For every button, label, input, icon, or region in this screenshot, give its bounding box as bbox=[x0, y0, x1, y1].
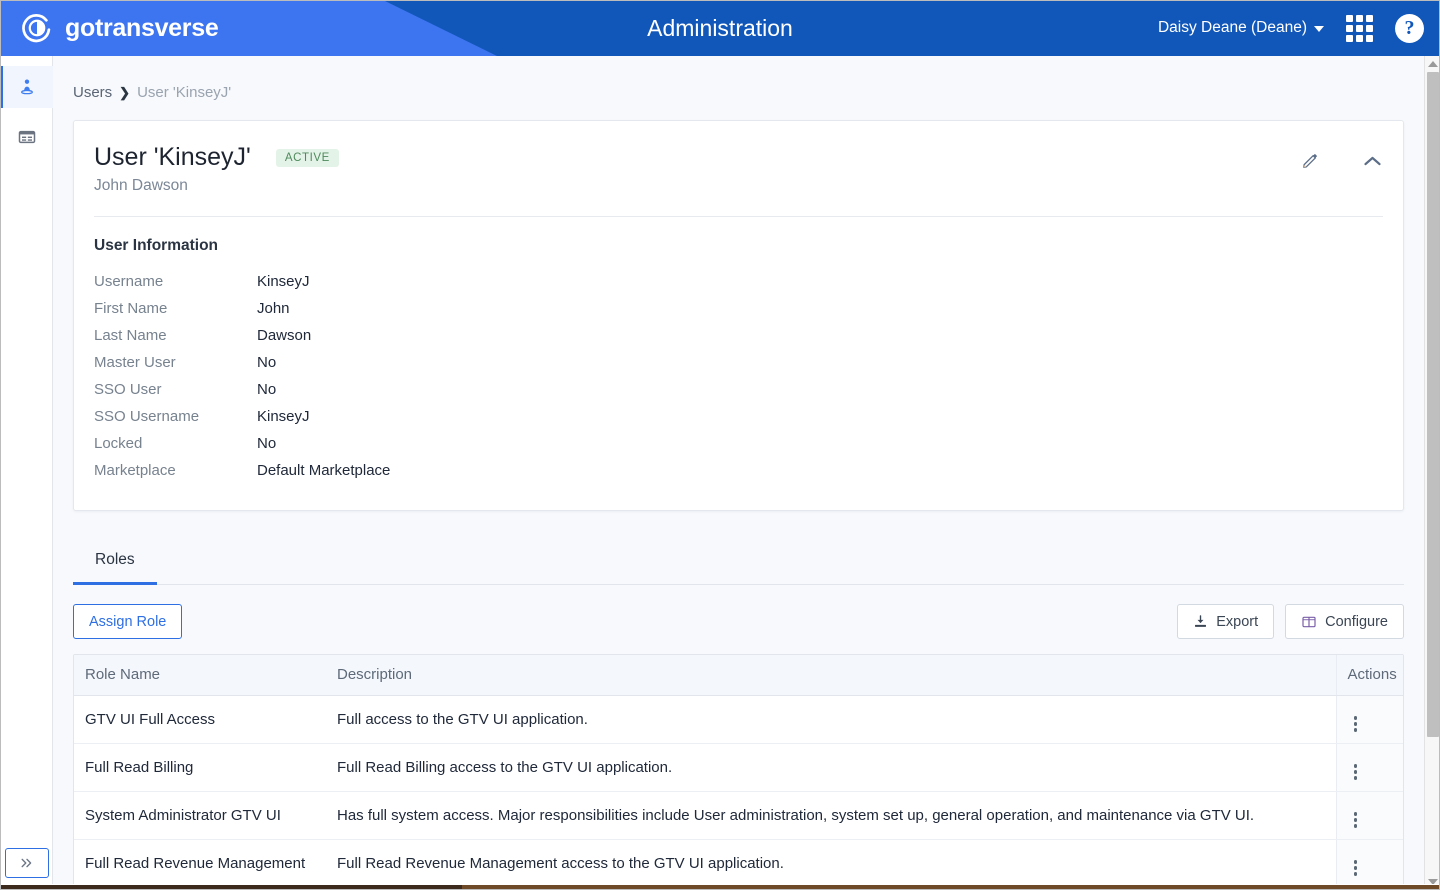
tab-roles[interactable]: Roles bbox=[73, 541, 157, 585]
cell-role-name: Full Read Billing bbox=[74, 743, 326, 792]
info-label: First Name bbox=[94, 300, 168, 317]
breadcrumb-separator-icon: ❯ bbox=[119, 84, 131, 100]
help-question-icon[interactable]: ? bbox=[1395, 13, 1424, 43]
info-label: Master User bbox=[94, 354, 176, 371]
configure-button[interactable]: Configure bbox=[1285, 604, 1404, 639]
cell-description: Full Read Revenue Management access to t… bbox=[326, 839, 1336, 888]
info-value: No bbox=[257, 435, 277, 452]
table-row[interactable]: System Administrator GTV UI Has full sys… bbox=[74, 791, 1403, 840]
user-menu[interactable]: Daisy Deane (Deane) bbox=[1158, 19, 1324, 37]
info-row: Marketplace Default Marketplace bbox=[94, 457, 1403, 484]
column-header-actions: Actions bbox=[1335, 655, 1403, 696]
card-header: User 'KinseyJ' ACTIVE John Dawson bbox=[74, 121, 1403, 195]
grid-apps-icon[interactable] bbox=[1346, 14, 1373, 42]
assign-role-button[interactable]: Assign Role bbox=[73, 604, 183, 639]
top-bar-right-controls: Daisy Deane (Deane) ? bbox=[1158, 0, 1424, 56]
info-label: Username bbox=[94, 273, 164, 290]
table-row[interactable]: Full Read Revenue Management Full Read R… bbox=[74, 839, 1403, 888]
info-label: SSO Username bbox=[94, 408, 200, 425]
pencil-edit-icon[interactable] bbox=[1301, 151, 1320, 170]
info-value: Dawson bbox=[257, 327, 312, 344]
cell-role-name: Full Read Revenue Management bbox=[74, 839, 326, 888]
table-row[interactable]: Full Read Billing Full Read Billing acce… bbox=[74, 743, 1403, 792]
card-divider bbox=[94, 216, 1383, 217]
info-value: John bbox=[257, 300, 290, 317]
info-value: Default Marketplace bbox=[257, 462, 391, 479]
cell-description: Has full system access. Major responsibi… bbox=[326, 791, 1336, 840]
cell-actions bbox=[1335, 839, 1403, 888]
user-menu-label: Daisy Deane (Deane) bbox=[1157, 19, 1307, 36]
cell-role-name: System Administrator GTV UI bbox=[74, 791, 326, 840]
gotransverse-circle-logo-icon bbox=[22, 14, 51, 43]
info-row: SSO User No bbox=[94, 376, 1403, 403]
expand-sidebar-button[interactable] bbox=[5, 848, 49, 878]
info-value: No bbox=[257, 381, 277, 398]
export-label: Export bbox=[1216, 613, 1259, 630]
info-row: Username KinseyJ bbox=[94, 268, 1403, 295]
section-title-user-information: User Information bbox=[94, 237, 219, 254]
sidebar-item-users[interactable] bbox=[0, 66, 53, 108]
info-label: Marketplace bbox=[94, 462, 176, 479]
info-value: No bbox=[257, 354, 277, 371]
info-row: Last Name Dawson bbox=[94, 322, 1403, 349]
info-row: First Name John bbox=[94, 295, 1403, 322]
export-button[interactable]: Export bbox=[1177, 604, 1275, 639]
assign-role-label: Assign Role bbox=[89, 613, 167, 630]
info-label: Locked bbox=[94, 435, 143, 452]
cell-actions bbox=[1335, 695, 1403, 744]
card-title: User 'KinseyJ' bbox=[94, 143, 251, 171]
double-chevron-right-icon bbox=[21, 858, 32, 868]
horizontal-scrollbar-track[interactable] bbox=[462, 885, 1440, 890]
download-icon bbox=[1195, 615, 1207, 627]
roles-table: Role Name Description Actions GTV UI Ful… bbox=[73, 654, 1404, 890]
cell-description: Full access to the GTV UI application. bbox=[326, 695, 1336, 744]
cell-description: Full Read Billing access to the GTV UI a… bbox=[326, 743, 1336, 792]
columns-layout-icon bbox=[1302, 616, 1316, 627]
card-subtitle: John Dawson bbox=[94, 177, 188, 194]
info-row: Master User No bbox=[94, 349, 1403, 376]
table-header-row: Role Name Description Actions bbox=[74, 655, 1403, 696]
user-person-icon bbox=[20, 79, 33, 95]
cell-role-name: GTV UI Full Access bbox=[74, 695, 326, 744]
breadcrumb-users-link[interactable]: Users bbox=[73, 84, 112, 101]
tab-bar: Roles bbox=[73, 541, 1404, 585]
breadcrumb: Users ❯ User 'KinseyJ' bbox=[53, 56, 1425, 101]
cell-actions bbox=[1335, 791, 1403, 840]
horizontal-scrollbar[interactable] bbox=[0, 884, 1440, 890]
column-header-role-name[interactable]: Role Name bbox=[74, 655, 326, 696]
user-information-list: Username KinseyJ First Name John Last Na… bbox=[74, 268, 1403, 484]
user-detail-card: User 'KinseyJ' ACTIVE John Dawson User I… bbox=[73, 120, 1404, 511]
breadcrumb-current: User 'KinseyJ' bbox=[137, 84, 232, 101]
vertical-scrollbar[interactable] bbox=[1424, 56, 1440, 890]
main-content: Users ❯ User 'KinseyJ' User 'KinseyJ' AC… bbox=[53, 56, 1425, 890]
chevron-up-icon[interactable] bbox=[1362, 154, 1383, 168]
kebab-menu-icon[interactable] bbox=[1353, 764, 1357, 780]
column-header-description[interactable]: Description bbox=[326, 655, 1336, 696]
brand[interactable]: gotransverse bbox=[20, 10, 219, 46]
cell-actions bbox=[1335, 743, 1403, 792]
horizontal-scrollbar-thumb[interactable] bbox=[0, 885, 462, 890]
kebab-menu-icon[interactable] bbox=[1353, 716, 1357, 732]
roles-toolbar: Assign Role Export Configure bbox=[73, 604, 1404, 639]
brand-name: gotransverse bbox=[65, 13, 219, 42]
configure-label: Configure bbox=[1325, 613, 1388, 630]
sidebar-item-cards[interactable] bbox=[0, 116, 53, 158]
info-row: SSO Username KinseyJ bbox=[94, 403, 1403, 430]
info-value: KinseyJ bbox=[257, 273, 310, 290]
top-bar: gotransverse Administration Daisy Deane … bbox=[0, 0, 1440, 56]
info-label: SSO User bbox=[94, 381, 162, 398]
status-badge: ACTIVE bbox=[275, 148, 339, 167]
info-label: Last Name bbox=[94, 327, 167, 344]
left-rail bbox=[0, 56, 53, 890]
vertical-scrollbar-thumb[interactable] bbox=[1427, 72, 1439, 737]
table-row[interactable]: GTV UI Full Access Full access to the GT… bbox=[74, 695, 1403, 744]
kebab-menu-icon[interactable] bbox=[1353, 860, 1357, 876]
info-value: KinseyJ bbox=[257, 408, 310, 425]
kebab-menu-icon[interactable] bbox=[1353, 812, 1357, 828]
scroll-up-arrow-icon[interactable] bbox=[1425, 56, 1440, 72]
info-row: Locked No bbox=[94, 430, 1403, 457]
list-card-icon bbox=[18, 130, 35, 144]
card-header-actions bbox=[1301, 143, 1383, 170]
chevron-down-icon bbox=[1314, 26, 1324, 32]
